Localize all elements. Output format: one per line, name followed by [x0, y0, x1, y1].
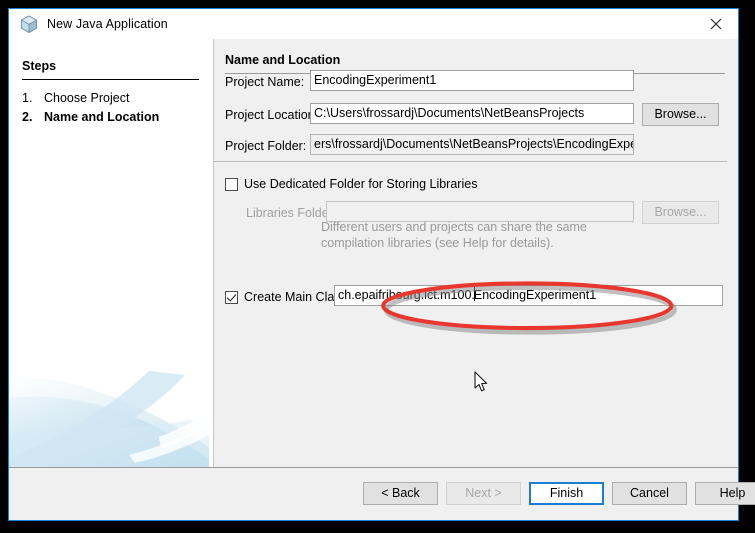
step-number: 1. — [22, 91, 33, 105]
finish-button[interactable]: Finish — [529, 482, 604, 505]
button-bar: < Back Next > Finish Cancel Help — [9, 468, 755, 520]
new-java-application-dialog: New Java Application Steps 1. Choose Pro… — [8, 8, 755, 521]
step-number: 2. — [22, 110, 33, 124]
step-label: Choose Project — [44, 91, 130, 105]
step-item-name-and-location[interactable]: 2. Name and Location — [22, 108, 207, 127]
project-location-label: Project Location: — [225, 108, 319, 122]
use-dedicated-folder-label: Use Dedicated Folder for Storing Librari… — [244, 177, 478, 191]
libraries-help-text: Different users and projects can share t… — [321, 220, 587, 250]
cancel-button[interactable]: Cancel — [612, 482, 687, 505]
checkbox-box — [225, 177, 238, 191]
create-main-class-label: Create Main Class — [244, 290, 347, 304]
project-name-input[interactable]: EncodingExperiment1 — [310, 70, 634, 91]
step-label: Name and Location — [44, 110, 160, 124]
form-divider — [214, 161, 727, 162]
section-title: Name and Location — [225, 53, 341, 67]
steps-list: 1. Choose Project 2. Name and Location — [22, 89, 207, 127]
java-cube-icon — [19, 14, 39, 34]
libraries-folder-browse-button: Browse... — [642, 201, 719, 224]
project-folder-input: ers\frossardj\Documents\NetBeansProjects… — [310, 134, 634, 155]
back-button[interactable]: < Back — [363, 482, 438, 505]
dialog-body: Steps 1. Choose Project 2. Name and Loca… — [9, 39, 738, 467]
create-main-class-checkbox[interactable]: Create Main Class — [225, 290, 347, 304]
main-class-value-after-caret: EncodingExperiment1 — [473, 288, 597, 302]
use-dedicated-folder-checkbox[interactable]: Use Dedicated Folder for Storing Librari… — [225, 177, 477, 191]
steps-heading: Steps — [22, 59, 57, 73]
create-main-class-input[interactable]: ch.epaifribourg.ict.m100.EncodingExperim… — [334, 285, 723, 306]
screen-frame: New Java Application Steps 1. Choose Pro… — [0, 0, 755, 533]
steps-panel: Steps 1. Choose Project 2. Name and Loca… — [9, 39, 214, 467]
project-location-browse-button[interactable]: Browse... — [642, 103, 719, 126]
window-title: New Java Application — [47, 17, 168, 31]
close-button[interactable] — [694, 9, 738, 39]
step-item-choose-project[interactable]: 1. Choose Project — [22, 89, 207, 108]
steps-divider — [22, 79, 199, 80]
project-location-input[interactable]: C:\Users\frossardj\Documents\NetBeansPro… — [310, 103, 634, 124]
decorative-swoosh-graphic — [9, 371, 209, 467]
next-button: Next > — [446, 482, 521, 505]
libraries-folder-label: Libraries Folder: — [246, 206, 337, 220]
project-name-label: Project Name: — [225, 75, 305, 89]
project-folder-label: Project Folder: — [225, 139, 307, 153]
main-class-value-before-caret: ch.epaifribourg.ict.m100. — [338, 288, 475, 302]
title-bar: New Java Application — [9, 9, 738, 39]
checkbox-box — [225, 290, 238, 304]
mouse-cursor — [474, 371, 488, 392]
help-button[interactable]: Help — [695, 482, 755, 505]
form-panel: Name and Location Project Name: Encoding… — [214, 39, 738, 467]
